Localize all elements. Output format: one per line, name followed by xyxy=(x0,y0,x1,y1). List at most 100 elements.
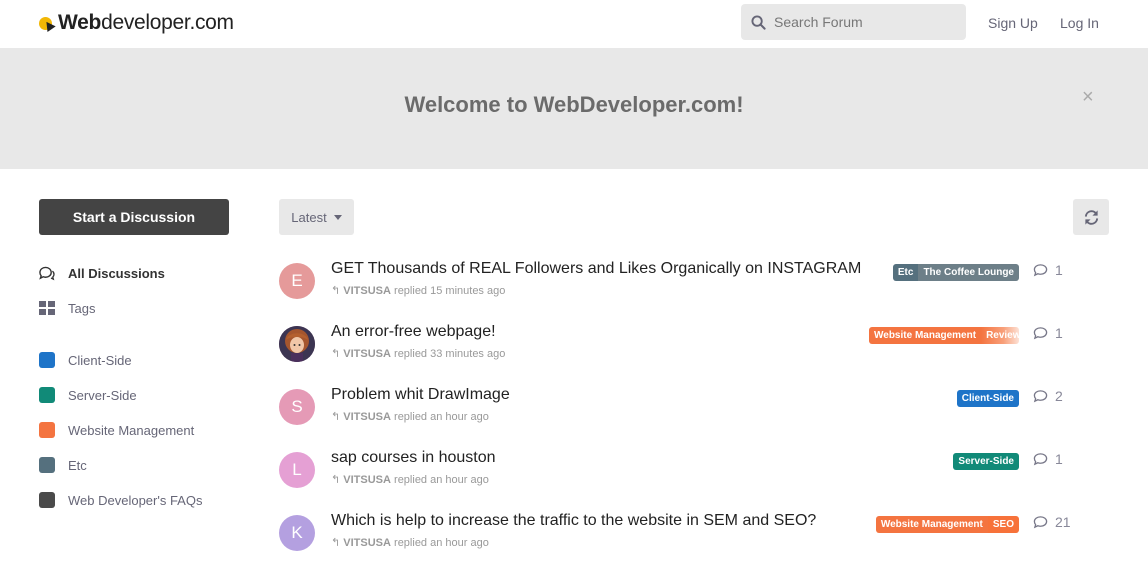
tag-label[interactable]: Server-Side xyxy=(953,453,1019,470)
discussion-meta: ↰ VITSUSA replied an hour ago xyxy=(331,473,489,486)
last-reply-user[interactable]: VITSUSA xyxy=(343,411,391,423)
avatar[interactable]: S xyxy=(279,389,315,425)
discussion-row[interactable]: E GET Thousands of REAL Followers and Li… xyxy=(279,260,1079,313)
log-in-link[interactable]: Log In xyxy=(1060,15,1099,31)
start-discussion-button[interactable]: Start a Discussion xyxy=(39,199,229,235)
reply-count[interactable]: 21 xyxy=(1033,514,1071,530)
user-portrait-icon xyxy=(279,326,315,362)
last-reply-user[interactable]: VITSUSA xyxy=(343,474,391,486)
reply-icon: ↰ xyxy=(331,285,341,297)
comment-icon xyxy=(1033,516,1048,529)
tag-label[interactable]: Client-Side xyxy=(956,390,1019,407)
sidebar-item-label: Etc xyxy=(68,457,87,473)
sidebar-item-label: All Discussions xyxy=(68,265,165,281)
search-input[interactable] xyxy=(774,14,954,30)
caret-down-icon xyxy=(333,214,342,220)
reply-time: 33 minutes ago xyxy=(430,348,506,360)
site-logo[interactable]: Webdeveloper.com xyxy=(38,10,234,36)
sidebar-item-client-side[interactable]: Client-Side xyxy=(38,350,132,370)
reply-count[interactable]: 2 xyxy=(1033,388,1063,404)
reply-count-value: 1 xyxy=(1055,451,1063,467)
reply-action: replied xyxy=(394,474,428,486)
category-color-swatch xyxy=(38,387,55,403)
avatar[interactable]: K xyxy=(279,515,315,551)
tag-label[interactable]: Etc xyxy=(892,264,919,281)
reply-action: replied xyxy=(394,537,428,549)
tag-group: Website Management Review xyxy=(869,327,1019,344)
category-color-swatch xyxy=(38,352,55,368)
sidebar-item-server-side[interactable]: Server-Side xyxy=(38,385,137,405)
avatar[interactable]: L xyxy=(279,452,315,488)
refresh-button[interactable] xyxy=(1073,199,1109,235)
tag-group: Client-Side xyxy=(956,390,1019,407)
reply-count-value: 1 xyxy=(1055,262,1063,278)
sidebar-item-label: Server-Side xyxy=(68,387,137,403)
logo-text: Webdeveloper.com xyxy=(58,11,234,34)
category-color-swatch xyxy=(38,457,55,473)
sidebar-item-web-developers-faqs[interactable]: Web Developer's FAQs xyxy=(38,490,202,510)
category-color-swatch xyxy=(38,492,55,508)
tag-group: Etc The Coffee Lounge xyxy=(892,264,1019,281)
discussion-meta: ↰ VITSUSA replied 33 minutes ago xyxy=(331,347,505,360)
comments-icon xyxy=(38,265,55,282)
discussion-meta: ↰ VITSUSA replied an hour ago xyxy=(331,536,489,549)
comment-icon xyxy=(1033,327,1048,340)
discussion-title[interactable]: Problem whit DrawImage xyxy=(331,386,510,404)
search-icon xyxy=(751,14,766,30)
sidebar-item-website-management[interactable]: Website Management xyxy=(38,420,194,440)
reply-count-value: 1 xyxy=(1055,325,1063,341)
sidebar-item-label: Client-Side xyxy=(68,352,132,368)
sign-up-link[interactable]: Sign Up xyxy=(988,15,1038,31)
tag-label[interactable]: Review xyxy=(981,327,1019,344)
sidebar-item-etc[interactable]: Etc xyxy=(38,455,87,475)
tag-label[interactable]: The Coffee Lounge xyxy=(918,264,1019,281)
logo-cursor-icon xyxy=(38,15,56,33)
sidebar-item-label: Website Management xyxy=(68,422,195,438)
welcome-hero: Welcome to WebDeveloper.com! × xyxy=(0,48,1148,169)
reply-icon: ↰ xyxy=(331,348,341,360)
tag-label[interactable]: Website Management xyxy=(875,516,988,533)
discussion-meta: ↰ VITSUSA replied an hour ago xyxy=(331,410,489,423)
comment-icon xyxy=(1033,264,1048,277)
reply-icon: ↰ xyxy=(331,474,341,486)
tag-group: Website Management SEO xyxy=(875,516,1019,533)
sort-label: Latest xyxy=(291,209,327,225)
discussion-meta: ↰ VITSUSA replied 15 minutes ago xyxy=(331,284,505,297)
reply-icon: ↰ xyxy=(331,537,341,549)
sidebar-item-label: Web Developer's FAQs xyxy=(68,492,203,508)
discussion-row[interactable]: An error-free webpage! ↰ VITSUSA replied… xyxy=(279,323,1079,376)
top-header: Webdeveloper.com Sign Up Log In xyxy=(0,0,1148,48)
tag-group: Server-Side xyxy=(953,453,1019,470)
reply-time: 15 minutes ago xyxy=(430,285,506,297)
tag-label[interactable]: Website Management xyxy=(869,327,982,344)
avatar[interactable]: E xyxy=(279,263,315,299)
hero-title: Welcome to WebDeveloper.com! xyxy=(404,92,744,117)
last-reply-user[interactable]: VITSUSA xyxy=(343,537,391,549)
reply-count[interactable]: 1 xyxy=(1033,325,1063,341)
sort-dropdown[interactable]: Latest xyxy=(279,199,354,235)
reply-action: replied xyxy=(394,285,428,297)
reply-count-value: 21 xyxy=(1055,514,1071,530)
reply-count[interactable]: 1 xyxy=(1033,262,1063,278)
discussion-title[interactable]: An error-free webpage! xyxy=(331,323,496,341)
close-icon[interactable]: × xyxy=(1082,86,1094,109)
last-reply-user[interactable]: VITSUSA xyxy=(343,285,391,297)
discussion-title[interactable]: sap courses in houston xyxy=(331,449,496,467)
last-reply-user[interactable]: VITSUSA xyxy=(343,348,391,360)
discussion-row[interactable]: K Which is help to increase the traffic … xyxy=(279,512,1079,565)
avatar[interactable] xyxy=(279,326,315,362)
category-color-swatch xyxy=(38,422,55,438)
comment-icon xyxy=(1033,453,1048,466)
sidebar-item-tags[interactable]: Tags xyxy=(38,298,95,318)
sidebar-item-all-discussions[interactable]: All Discussions xyxy=(38,263,165,283)
reply-count[interactable]: 1 xyxy=(1033,451,1063,467)
discussion-row[interactable]: L sap courses in houston ↰ VITSUSA repli… xyxy=(279,449,1079,502)
discussion-row[interactable]: S Problem whit DrawImage ↰ VITSUSA repli… xyxy=(279,386,1079,439)
discussion-title[interactable]: GET Thousands of REAL Followers and Like… xyxy=(331,260,861,278)
search-box[interactable] xyxy=(741,4,966,40)
discussion-title[interactable]: Which is help to increase the traffic to… xyxy=(331,512,816,530)
tag-label[interactable]: SEO xyxy=(987,516,1019,533)
reply-icon: ↰ xyxy=(331,411,341,423)
sidebar-item-label: Tags xyxy=(68,300,96,316)
reply-count-value: 2 xyxy=(1055,388,1063,404)
